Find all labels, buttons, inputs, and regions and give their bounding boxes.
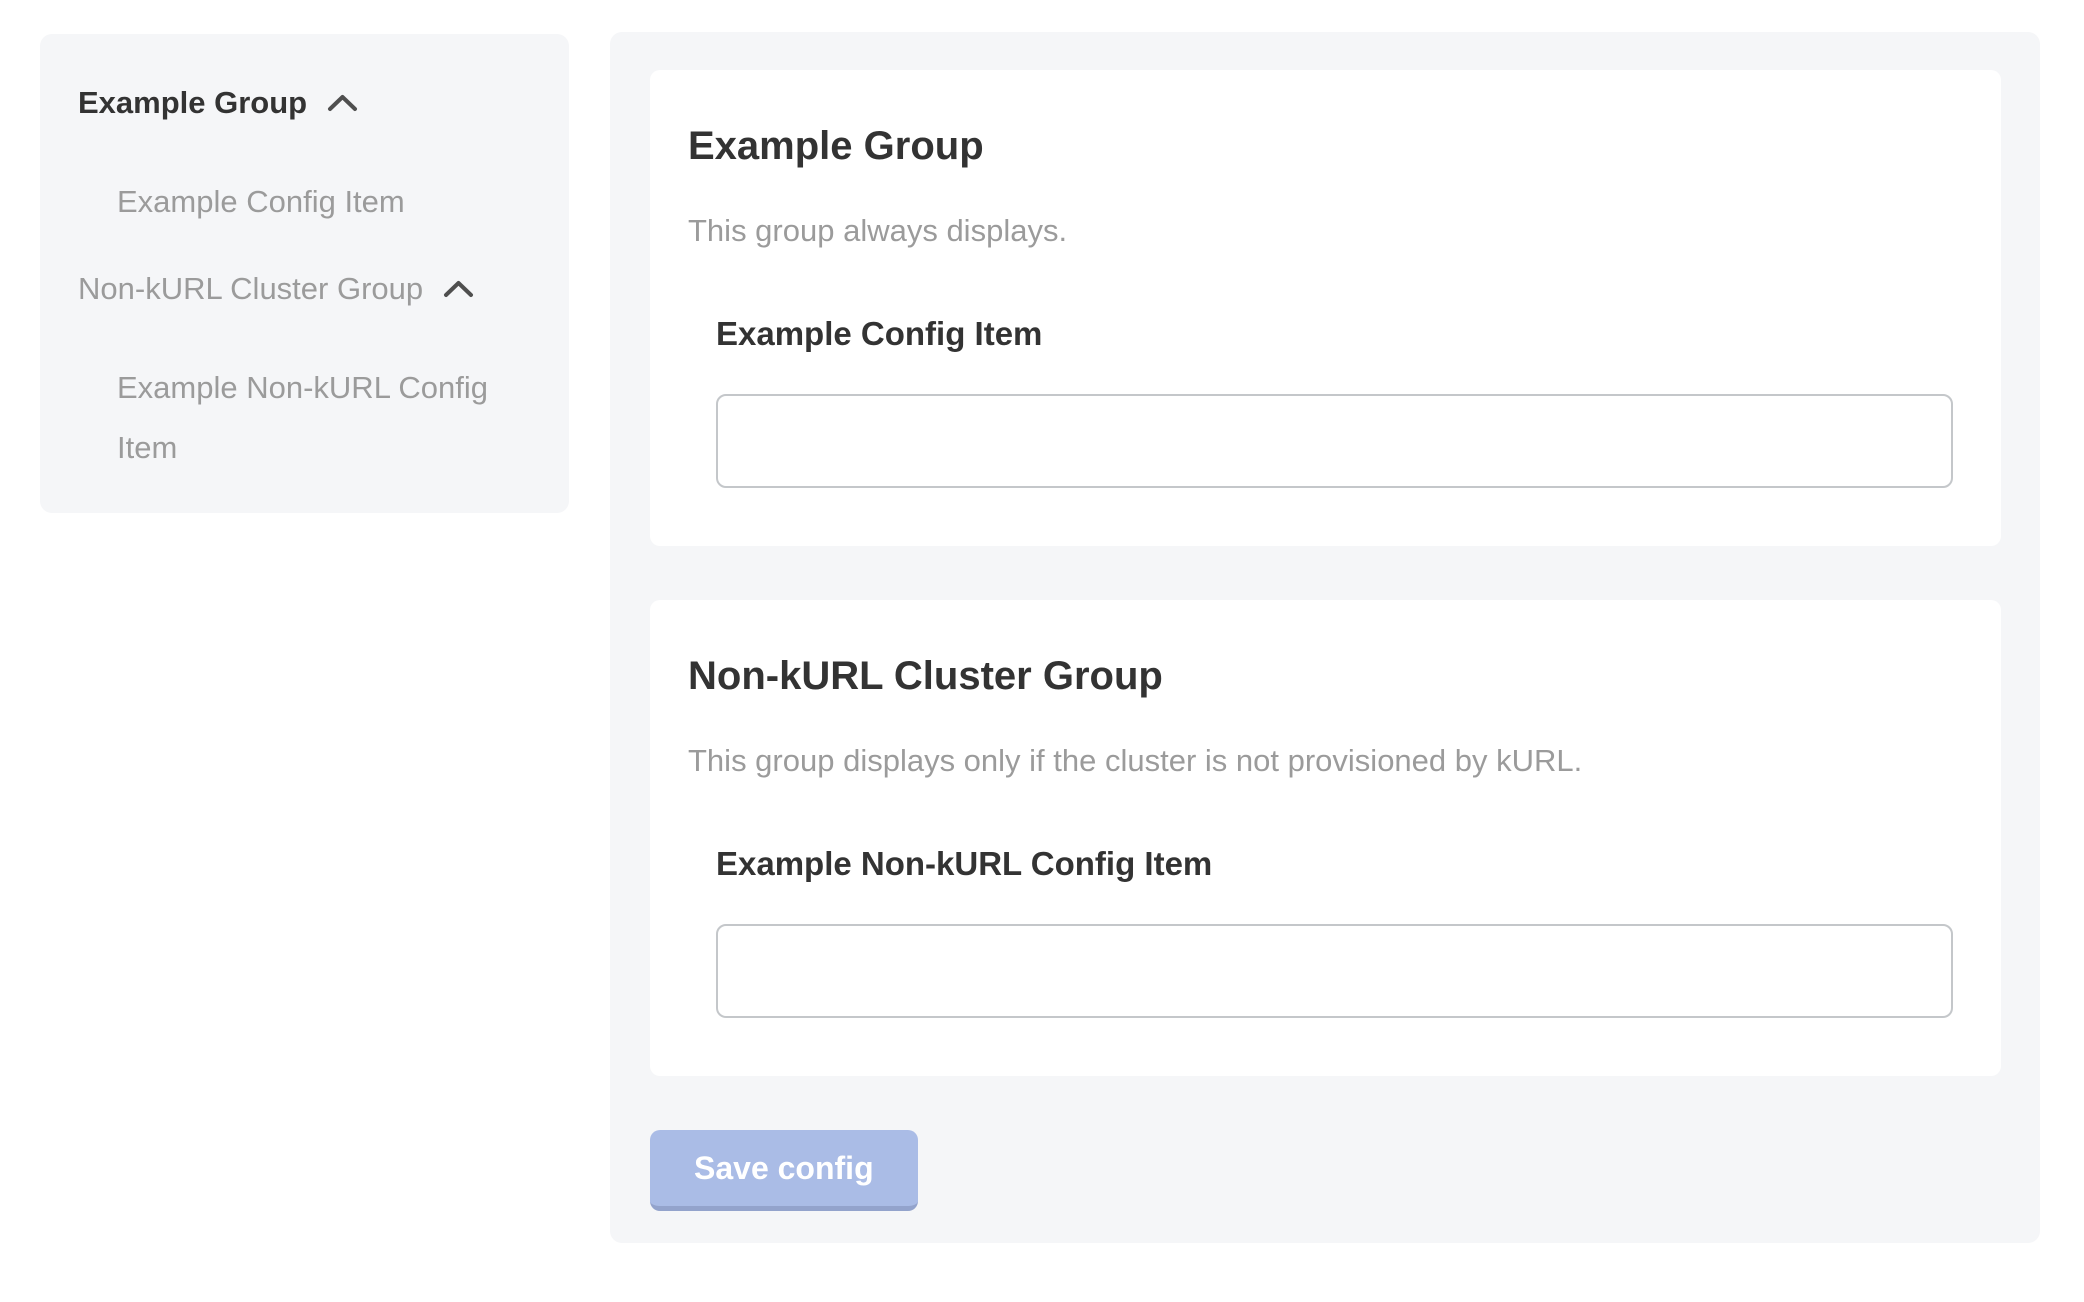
config-nav-sidebar: Example Group Example Config Item Non-kU… <box>40 34 569 513</box>
config-item: Example Config Item <box>716 314 1963 488</box>
config-item-input-example-non-kurl-config-item[interactable] <box>716 924 1953 1018</box>
group-title: Non-kURL Cluster Group <box>688 652 1963 700</box>
chevron-up-icon[interactable] <box>443 280 474 298</box>
config-item-label: Example Non-kURL Config Item <box>716 844 1963 884</box>
config-group-card-non-kurl-cluster-group: Non-kURL Cluster Group This group displa… <box>650 600 2001 1076</box>
sidebar-item-example-config-item[interactable]: Example Config Item <box>117 172 531 232</box>
sidebar-item-example-non-kurl-config-item[interactable]: Example Non-kURL Config Item <box>117 358 531 478</box>
config-group-card-example-group: Example Group This group always displays… <box>650 70 2001 546</box>
config-panel: Example Group This group always displays… <box>610 32 2040 1243</box>
group-description: This group always displays. <box>688 212 1963 250</box>
config-item-input-example-config-item[interactable] <box>716 394 1953 488</box>
sidebar-group-non-kurl-cluster-group[interactable]: Non-kURL Cluster Group <box>78 270 531 308</box>
save-config-button[interactable]: Save config <box>650 1130 918 1211</box>
sidebar-group-label: Example Group <box>78 84 307 122</box>
sidebar-group-example-group[interactable]: Example Group <box>78 84 531 122</box>
group-description: This group displays only if the cluster … <box>688 742 1963 780</box>
config-item-label: Example Config Item <box>716 314 1963 354</box>
config-item: Example Non-kURL Config Item <box>716 844 1963 1018</box>
sidebar-group-label: Non-kURL Cluster Group <box>78 270 423 308</box>
chevron-up-icon[interactable] <box>327 94 358 112</box>
group-title: Example Group <box>688 122 1963 170</box>
